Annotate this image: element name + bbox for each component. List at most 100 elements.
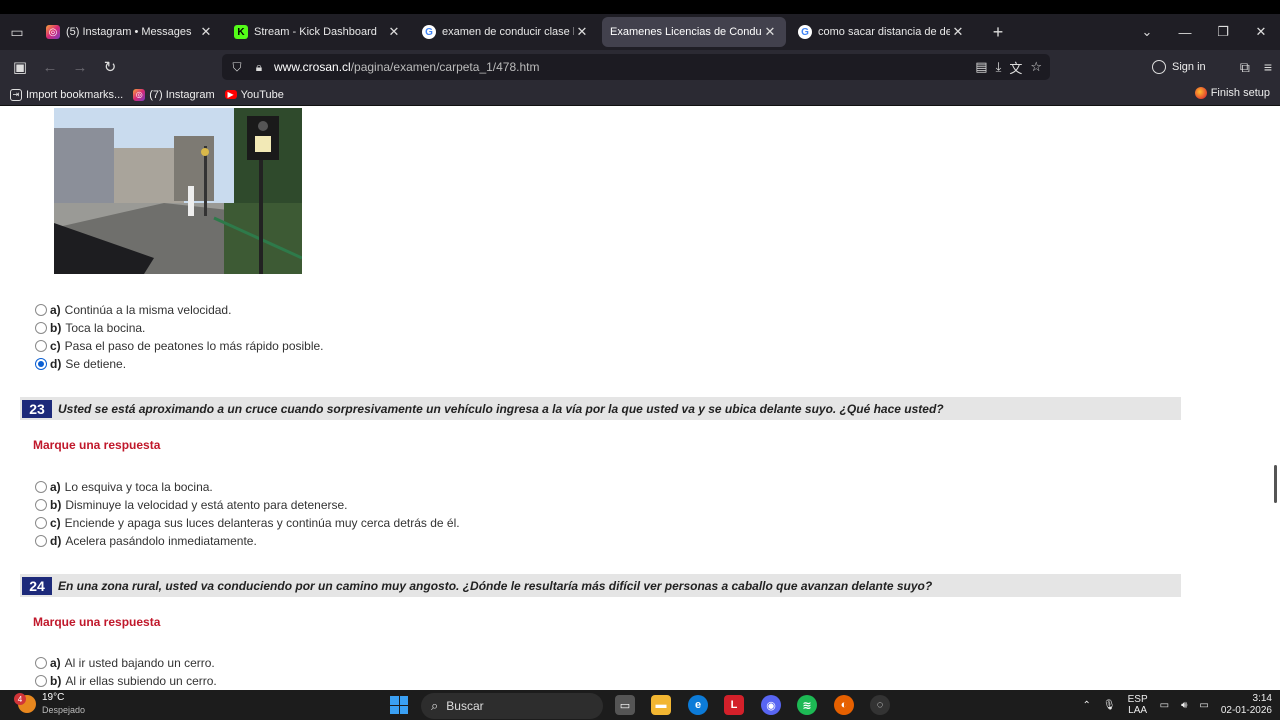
radio-button-checked[interactable]	[35, 358, 47, 370]
windows-start-icon[interactable]	[390, 696, 408, 714]
spotify-icon[interactable]: ≋	[797, 695, 817, 715]
taskbar-search[interactable]: ⌕ Buscar	[421, 693, 603, 719]
tab-title: Examenes Licencias de Conducir	[610, 26, 762, 38]
chevron-down-icon[interactable]: ⌄	[1128, 24, 1166, 40]
back-icon[interactable]: ←	[35, 59, 65, 76]
option-a[interactable]: a) Continúa a la misma velocidad.	[35, 301, 231, 319]
sidebar-icon[interactable]: ▣	[5, 58, 35, 76]
weather-temperature: 19°C	[42, 692, 65, 703]
notification-badge: 4	[14, 693, 26, 705]
chevron-up-icon[interactable]: ⌃	[1083, 700, 1091, 711]
answer-prompt: Marque una respuesta	[33, 615, 161, 629]
menu-icon[interactable]: ≡	[1264, 59, 1272, 75]
radio-button[interactable]	[35, 517, 47, 529]
option-letter: a)	[50, 303, 61, 317]
finish-setup-label: Finish setup	[1210, 87, 1270, 99]
tab-title: como sacar distancia de detenc	[818, 26, 950, 38]
option-c[interactable]: c) Enciende y apaga sus luces delanteras…	[35, 514, 460, 532]
bookmark-label: (7) Instagram	[149, 88, 215, 101]
radio-button[interactable]	[35, 675, 47, 687]
option-d[interactable]: d) Se detiene.	[35, 355, 126, 373]
option-text: Toca la bocina.	[65, 321, 146, 335]
reload-icon[interactable]: ↻	[95, 58, 125, 76]
weather-widget[interactable]: 4 19°C Despejado	[14, 692, 85, 716]
option-b[interactable]: b) Toca la bocina.	[35, 319, 145, 337]
instagram-icon: ◎	[133, 88, 146, 101]
bookmark-youtube[interactable]: ▶ YouTube	[224, 89, 284, 101]
app-l-icon[interactable]: L	[724, 695, 744, 715]
close-window-icon[interactable]: ✕	[1242, 24, 1280, 40]
question-text: En una zona rural, usted va conduciendo …	[58, 578, 933, 593]
option-text: Se detiene.	[65, 357, 127, 371]
question-photo	[54, 108, 302, 274]
window-controls: ⌄ — ❐ ✕	[1128, 14, 1280, 50]
tab-kick[interactable]: K Stream - Kick Dashboard ✕	[226, 17, 410, 47]
radio-button[interactable]	[35, 304, 47, 316]
tab-google-examen[interactable]: G examen de conducir clase b - B ✕	[414, 17, 598, 47]
reader-view-icon[interactable]: ▤	[975, 59, 987, 75]
question-text: Usted se está aproximando a un cruce cua…	[58, 401, 944, 416]
search-label: Buscar	[446, 699, 484, 713]
option-text: Lo esquiva y toca la bocina.	[64, 480, 213, 494]
sign-in-button[interactable]: Sign in	[1152, 55, 1206, 79]
bookmark-star-icon[interactable]: ☆	[1030, 59, 1042, 75]
network-icon[interactable]: ▭	[1160, 700, 1169, 711]
option-d[interactable]: d) Acelera pasándolo inmediatamente.	[35, 532, 257, 550]
extensions-icon[interactable]: ⧉	[1240, 59, 1250, 76]
tab-examenes-active[interactable]: Examenes Licencias de Conducir ✕	[602, 17, 786, 47]
bookmark-label: Import bookmarks...	[26, 88, 124, 101]
finish-setup-button[interactable]: Finish setup	[1194, 87, 1270, 99]
answer-prompt: Marque una respuesta	[33, 438, 161, 452]
edge-icon[interactable]: e	[688, 695, 708, 715]
close-tab-icon[interactable]: ✕	[574, 24, 590, 40]
firefox-icon[interactable]: ◐	[834, 695, 854, 715]
scrollbar-thumb[interactable]	[1274, 465, 1277, 503]
minimize-icon[interactable]: —	[1166, 25, 1204, 40]
shield-icon[interactable]: ⛉	[226, 60, 248, 75]
close-tab-icon[interactable]: ✕	[762, 24, 778, 40]
option-b[interactable]: b) Disminuye la velocidad y está atento …	[35, 496, 348, 514]
radio-button[interactable]	[35, 499, 47, 511]
lock-icon[interactable]: 🔒︎	[248, 60, 270, 75]
option-c[interactable]: c) Pasa el paso de peatones lo más rápid…	[35, 337, 324, 355]
bookmark-instagram[interactable]: ◎ (7) Instagram	[133, 88, 215, 101]
file-explorer-icon[interactable]: ▬	[651, 695, 671, 715]
forward-icon[interactable]: →	[65, 59, 95, 76]
radio-button[interactable]	[35, 340, 47, 352]
system-tray: ⌃ 🎙︎ ESP LAA ▭ 🔊︎ ▭ 3:14 02-01-2026	[1083, 690, 1272, 720]
radio-button[interactable]	[35, 481, 47, 493]
address-bar[interactable]: ⛉ 🔒︎ www.crosan.cl/pagina/examen/carpeta…	[222, 54, 1050, 80]
task-view-icon[interactable]: ▭	[615, 695, 635, 715]
restore-icon[interactable]: ❐	[1204, 24, 1242, 40]
search-icon: ⌕	[431, 698, 439, 713]
discord-icon[interactable]: ◉	[761, 695, 781, 715]
bookmark-import[interactable]: ⇥ Import bookmarks...	[10, 88, 124, 101]
obs-icon[interactable]: ◌	[870, 695, 890, 715]
option-b[interactable]: b) Al ir ellas subiendo un cerro.	[35, 672, 217, 690]
import-icon: ⇥	[10, 88, 22, 101]
option-a[interactable]: a) Al ir usted bajando un cerro.	[35, 654, 215, 672]
volume-icon[interactable]: 🔊︎	[1181, 700, 1187, 711]
battery-icon[interactable]: ▭	[1199, 700, 1208, 711]
tab-instagram[interactable]: ◎ (5) Instagram • Messages ✕	[38, 17, 222, 47]
translate-icon[interactable]: 文	[1009, 58, 1022, 77]
language-indicator[interactable]: ESP LAA	[1128, 694, 1148, 716]
radio-button[interactable]	[35, 535, 47, 547]
clock[interactable]: 3:14 02-01-2026	[1221, 693, 1272, 717]
url-text[interactable]: www.crosan.cl/pagina/examen/carpeta_1/47…	[274, 60, 539, 74]
microphone-icon[interactable]: 🎙︎	[1103, 700, 1116, 711]
option-text: Acelera pasándolo inmediatamente.	[65, 534, 257, 548]
option-letter: a)	[50, 656, 61, 670]
download-icon[interactable]: ⤓	[996, 59, 1002, 75]
close-tab-icon[interactable]: ✕	[198, 24, 214, 40]
radio-button[interactable]	[35, 657, 47, 669]
tab-google-distancia[interactable]: G como sacar distancia de detenc ✕	[790, 17, 974, 47]
close-tab-icon[interactable]: ✕	[950, 24, 966, 40]
tab-list-icon[interactable]: ▭	[0, 15, 34, 49]
option-a[interactable]: a) Lo esquiva y toca la bocina.	[35, 478, 213, 496]
new-tab-icon[interactable]: +	[984, 22, 1012, 43]
close-tab-icon[interactable]: ✕	[386, 24, 402, 40]
language-top: ESP	[1127, 694, 1148, 705]
radio-button[interactable]	[35, 322, 47, 334]
account-icon	[1152, 60, 1166, 74]
